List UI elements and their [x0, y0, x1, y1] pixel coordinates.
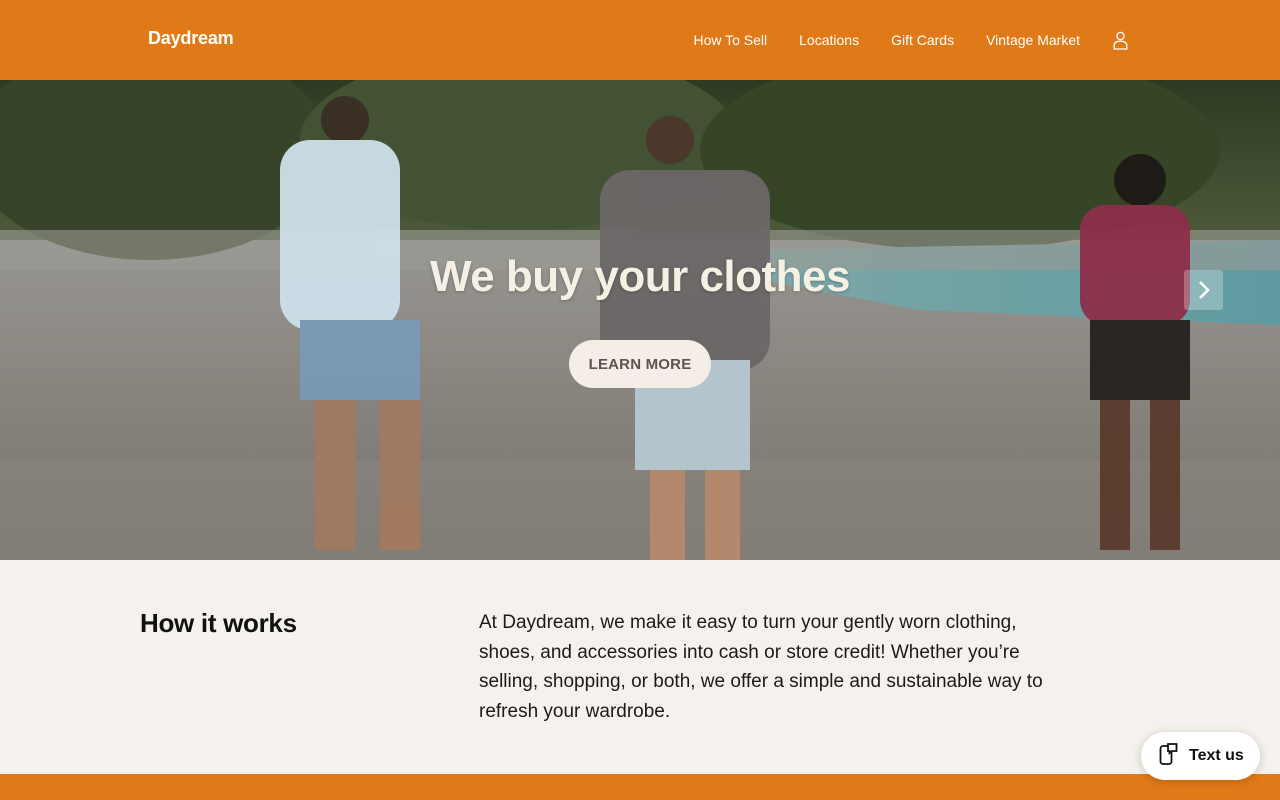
site-header: Daydream How To Sell Locations Gift Card… — [0, 0, 1280, 80]
brand-logo[interactable]: Daydream — [148, 28, 234, 49]
nav-locations[interactable]: Locations — [799, 32, 859, 48]
chevron-right-icon[interactable] — [1184, 270, 1223, 310]
learn-more-button[interactable]: LEARN MORE — [569, 340, 711, 388]
hero-image — [0, 80, 1280, 560]
main-nav: How To Sell Locations Gift Cards Vintage… — [661, 0, 1128, 80]
nav-vintage-market[interactable]: Vintage Market — [986, 32, 1080, 48]
nav-how-to-sell[interactable]: How To Sell — [693, 32, 767, 48]
how-it-works-heading: How it works — [140, 608, 297, 638]
nav-gift-cards[interactable]: Gift Cards — [891, 32, 954, 48]
text-us-button[interactable]: Text us — [1141, 732, 1260, 780]
user-icon[interactable] — [1112, 30, 1128, 50]
hero-banner: We buy your clothes LEARN MORE — [0, 80, 1280, 560]
how-it-works-text: At Daydream, we make it easy to turn you… — [479, 612, 1043, 723]
hero-title: We buy your clothes — [430, 252, 851, 301]
marquee-band — [0, 774, 1280, 800]
text-us-label: Text us — [1189, 747, 1244, 764]
chat-phone-icon — [1159, 742, 1179, 771]
